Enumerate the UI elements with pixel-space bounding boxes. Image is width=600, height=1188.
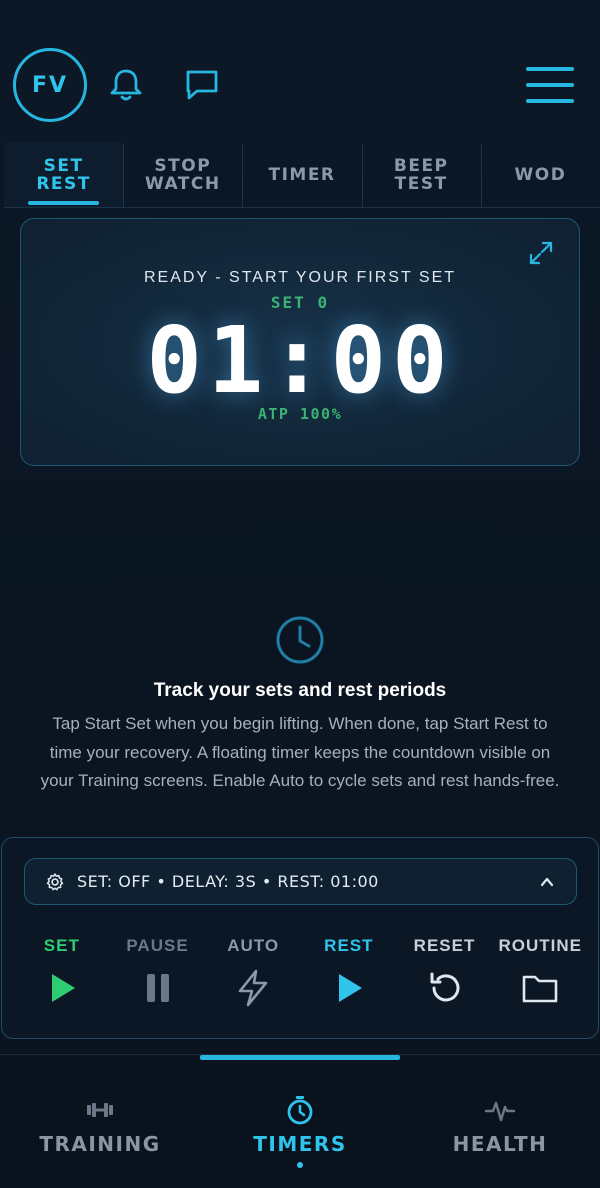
reset-button[interactable]: RESET: [397, 936, 493, 1016]
clock-icon: [276, 616, 324, 664]
user-avatar[interactable]: FV: [13, 48, 87, 122]
top-header: FV: [0, 0, 600, 140]
tab-wod[interactable]: WOD: [480, 142, 600, 207]
pause-icon: [146, 974, 169, 1002]
menu-icon[interactable]: [524, 64, 576, 106]
lightning-icon: [238, 969, 268, 1007]
tab-stopwatch[interactable]: STOP WATCH: [123, 142, 242, 207]
tab-label: BEEP TEST: [393, 155, 449, 194]
routine-label: ROUTINE: [498, 936, 582, 955]
settings-summary-text: SET: OFF • DELAY: 3S • REST: 01:00: [77, 872, 379, 891]
tab-set-rest[interactable]: SET REST: [4, 142, 124, 207]
auto-button[interactable]: AUTO: [205, 936, 301, 1016]
nav-health-label: HEALTH: [452, 1132, 548, 1156]
timer-controls: SET PAUSE AUTO REST RESET ROUTINE: [14, 936, 588, 1016]
chat-icon[interactable]: [182, 64, 222, 104]
auto-label: AUTO: [227, 936, 280, 955]
reset-icon: [430, 972, 459, 1002]
folder-icon: [522, 975, 558, 1003]
settings-summary-bar[interactable]: SET: OFF • DELAY: 3S • REST: 01:00: [24, 858, 577, 905]
start-set-button[interactable]: SET: [14, 936, 110, 1016]
countdown-time: 01:00: [146, 307, 454, 414]
nav-timers-label: TIMERS: [253, 1132, 347, 1156]
bell-icon[interactable]: [106, 64, 146, 104]
nav-training[interactable]: TRAINING: [0, 1060, 200, 1188]
expand-icon[interactable]: [527, 239, 555, 267]
timer-mode-tabs: SET REST STOP WATCH TIMER BEEP TEST WOD: [4, 142, 600, 208]
play-icon: [51, 974, 75, 1002]
chevron-up-icon[interactable]: [540, 875, 554, 889]
pause-button[interactable]: PAUSE: [110, 936, 206, 1016]
nav-timers[interactable]: TIMERS: [200, 1060, 400, 1188]
pause-label: PAUSE: [126, 936, 189, 955]
timer-status: READY - START YOUR FIRST SET: [143, 269, 457, 286]
gear-icon: [46, 873, 64, 891]
start-rest-button[interactable]: REST: [301, 936, 397, 1016]
tab-label: STOP WATCH: [144, 155, 221, 194]
play-icon: [338, 974, 362, 1002]
tab-beep-test[interactable]: BEEP TEST: [361, 142, 481, 207]
rest-label: REST: [324, 936, 374, 955]
tab-timer[interactable]: TIMER: [242, 142, 361, 207]
nav-health[interactable]: HEALTH: [400, 1060, 600, 1188]
stopwatch-icon: [287, 1096, 313, 1125]
controls-panel: SET: OFF • DELAY: 3S • REST: 01:00 SET P…: [1, 837, 599, 1039]
tab-label: TIMER: [268, 164, 336, 185]
tab-label: WOD: [514, 164, 567, 185]
pulse-icon: [484, 1101, 516, 1122]
nav-training-label: TRAINING: [39, 1132, 161, 1156]
routine-button[interactable]: ROUTINE: [492, 936, 588, 1016]
bottom-navigation: TRAINING TIMERS HEALTH: [0, 1060, 600, 1188]
timer-display-card: READY - START YOUR FIRST SET SET 0 01:00…: [20, 218, 580, 466]
reset-label: RESET: [413, 936, 476, 955]
info-title: Track your sets and rest periods: [153, 680, 447, 701]
dumbbell-icon: [87, 1103, 113, 1117]
tab-label: SET REST: [36, 155, 91, 194]
nav-active-dot: [297, 1162, 303, 1168]
set-label: SET: [43, 936, 80, 955]
info-description: Tap Start Set when you begin lifting. Wh…: [40, 714, 560, 790]
atp-level: ATP 100%: [257, 405, 343, 423]
